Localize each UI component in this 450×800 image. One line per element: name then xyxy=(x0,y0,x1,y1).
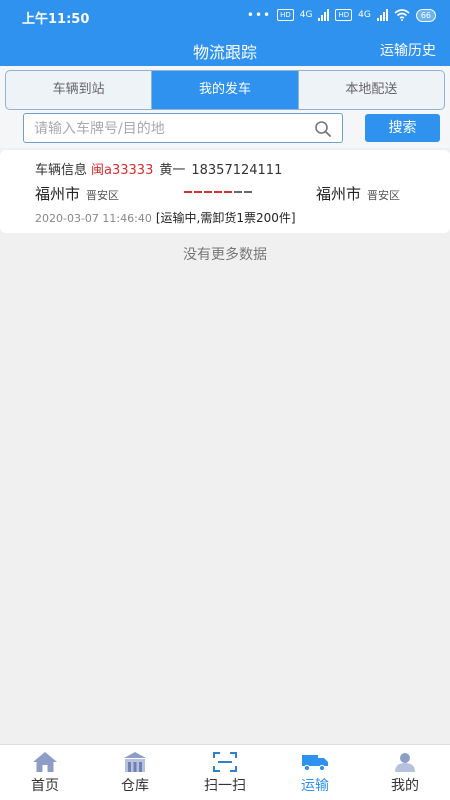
origin-location: 福州市 晋安区 xyxy=(35,183,119,204)
hd-badge-2: HD xyxy=(335,9,353,21)
bottom-nav: 首页 仓库 扫一扫 运输 我的 xyxy=(0,744,450,800)
destination-city: 福州市 xyxy=(316,185,362,203)
more-dots-icon: ••• xyxy=(246,8,272,22)
driver-name: 黄一 xyxy=(159,163,186,178)
nav-warehouse[interactable]: 仓库 xyxy=(90,745,180,800)
driver-phone[interactable]: 18357124111 xyxy=(191,163,282,178)
nav-transport-label: 运输 xyxy=(301,778,329,794)
tab-my-departures[interactable]: 我的发车 xyxy=(152,71,299,109)
wifi-icon xyxy=(394,9,410,21)
license-plate: 闽a33333 xyxy=(91,163,154,178)
shipment-meta-row: 2020-03-07 11:46:40 [运输中,需卸货1票200件] xyxy=(35,209,296,226)
home-icon xyxy=(33,752,57,772)
search-row: 搜索 xyxy=(0,112,450,148)
transport-history-button[interactable]: 运输历史 xyxy=(380,40,436,60)
network-type-1: 4G xyxy=(299,10,313,20)
shipment-card[interactable]: 车辆信息 闽a33333 黄一 18357124111 福州市 晋安区 福州市 晋安区 2… xyxy=(0,150,450,233)
truck-icon xyxy=(302,755,328,772)
network-type-2: 4G xyxy=(358,10,371,20)
destination-location: 福州市 晋安区 xyxy=(316,183,400,204)
segment-tabs: 车辆到站 我的发车 本地配送 xyxy=(5,70,445,110)
nav-warehouse-label: 仓库 xyxy=(121,778,149,794)
hd-badge-1: HD xyxy=(277,9,294,21)
nav-mine-label: 我的 xyxy=(391,778,419,794)
user-icon xyxy=(395,753,415,772)
nav-scan-label: 扫一扫 xyxy=(204,778,246,794)
origin-city: 福州市 xyxy=(35,185,81,203)
signal-icon-2 xyxy=(376,9,388,21)
route-progress-indicator xyxy=(184,191,252,193)
search-box xyxy=(23,113,343,143)
shipment-timestamp: 2020-03-07 11:46:40 xyxy=(35,212,152,225)
origin-district: 晋安区 xyxy=(86,189,120,202)
nav-scan[interactable]: 扫一扫 xyxy=(180,745,270,800)
status-time: 上午11:50 xyxy=(22,12,90,27)
destination-district: 晋安区 xyxy=(367,189,401,202)
nav-home-label: 首页 xyxy=(31,778,59,794)
shipment-status: [运输中,需卸货1票200件] xyxy=(155,211,296,225)
tabs-container: 车辆到站 我的发车 本地配送 xyxy=(0,66,450,112)
search-input[interactable] xyxy=(34,119,304,139)
nav-home[interactable]: 首页 xyxy=(0,745,90,800)
battery-icon: 66 xyxy=(415,8,436,22)
search-icon[interactable] xyxy=(314,120,332,138)
nav-transport[interactable]: 运输 xyxy=(270,745,360,800)
search-button[interactable]: 搜索 xyxy=(365,114,440,142)
no-more-data-text: 没有更多数据 xyxy=(183,247,267,263)
scan-icon xyxy=(213,752,237,772)
tab-local-delivery[interactable]: 本地配送 xyxy=(299,71,444,109)
nav-bar: 物流跟踪 运输历史 xyxy=(0,32,450,66)
tab-vehicle-arrival[interactable]: 车辆到站 xyxy=(6,71,153,109)
signal-icon-1 xyxy=(318,9,330,21)
nav-mine[interactable]: 我的 xyxy=(360,745,450,800)
warehouse-icon xyxy=(124,752,146,772)
status-bar: 上午11:50 ••• HD 4G HD 4G 66 xyxy=(0,0,450,32)
vehicle-info-row: 车辆信息 闽a33333 黄一 18357124111 xyxy=(35,159,282,178)
vehicle-info-label: 车辆信息 xyxy=(35,163,88,178)
status-icons: ••• HD 4G HD 4G 66 xyxy=(247,8,436,22)
